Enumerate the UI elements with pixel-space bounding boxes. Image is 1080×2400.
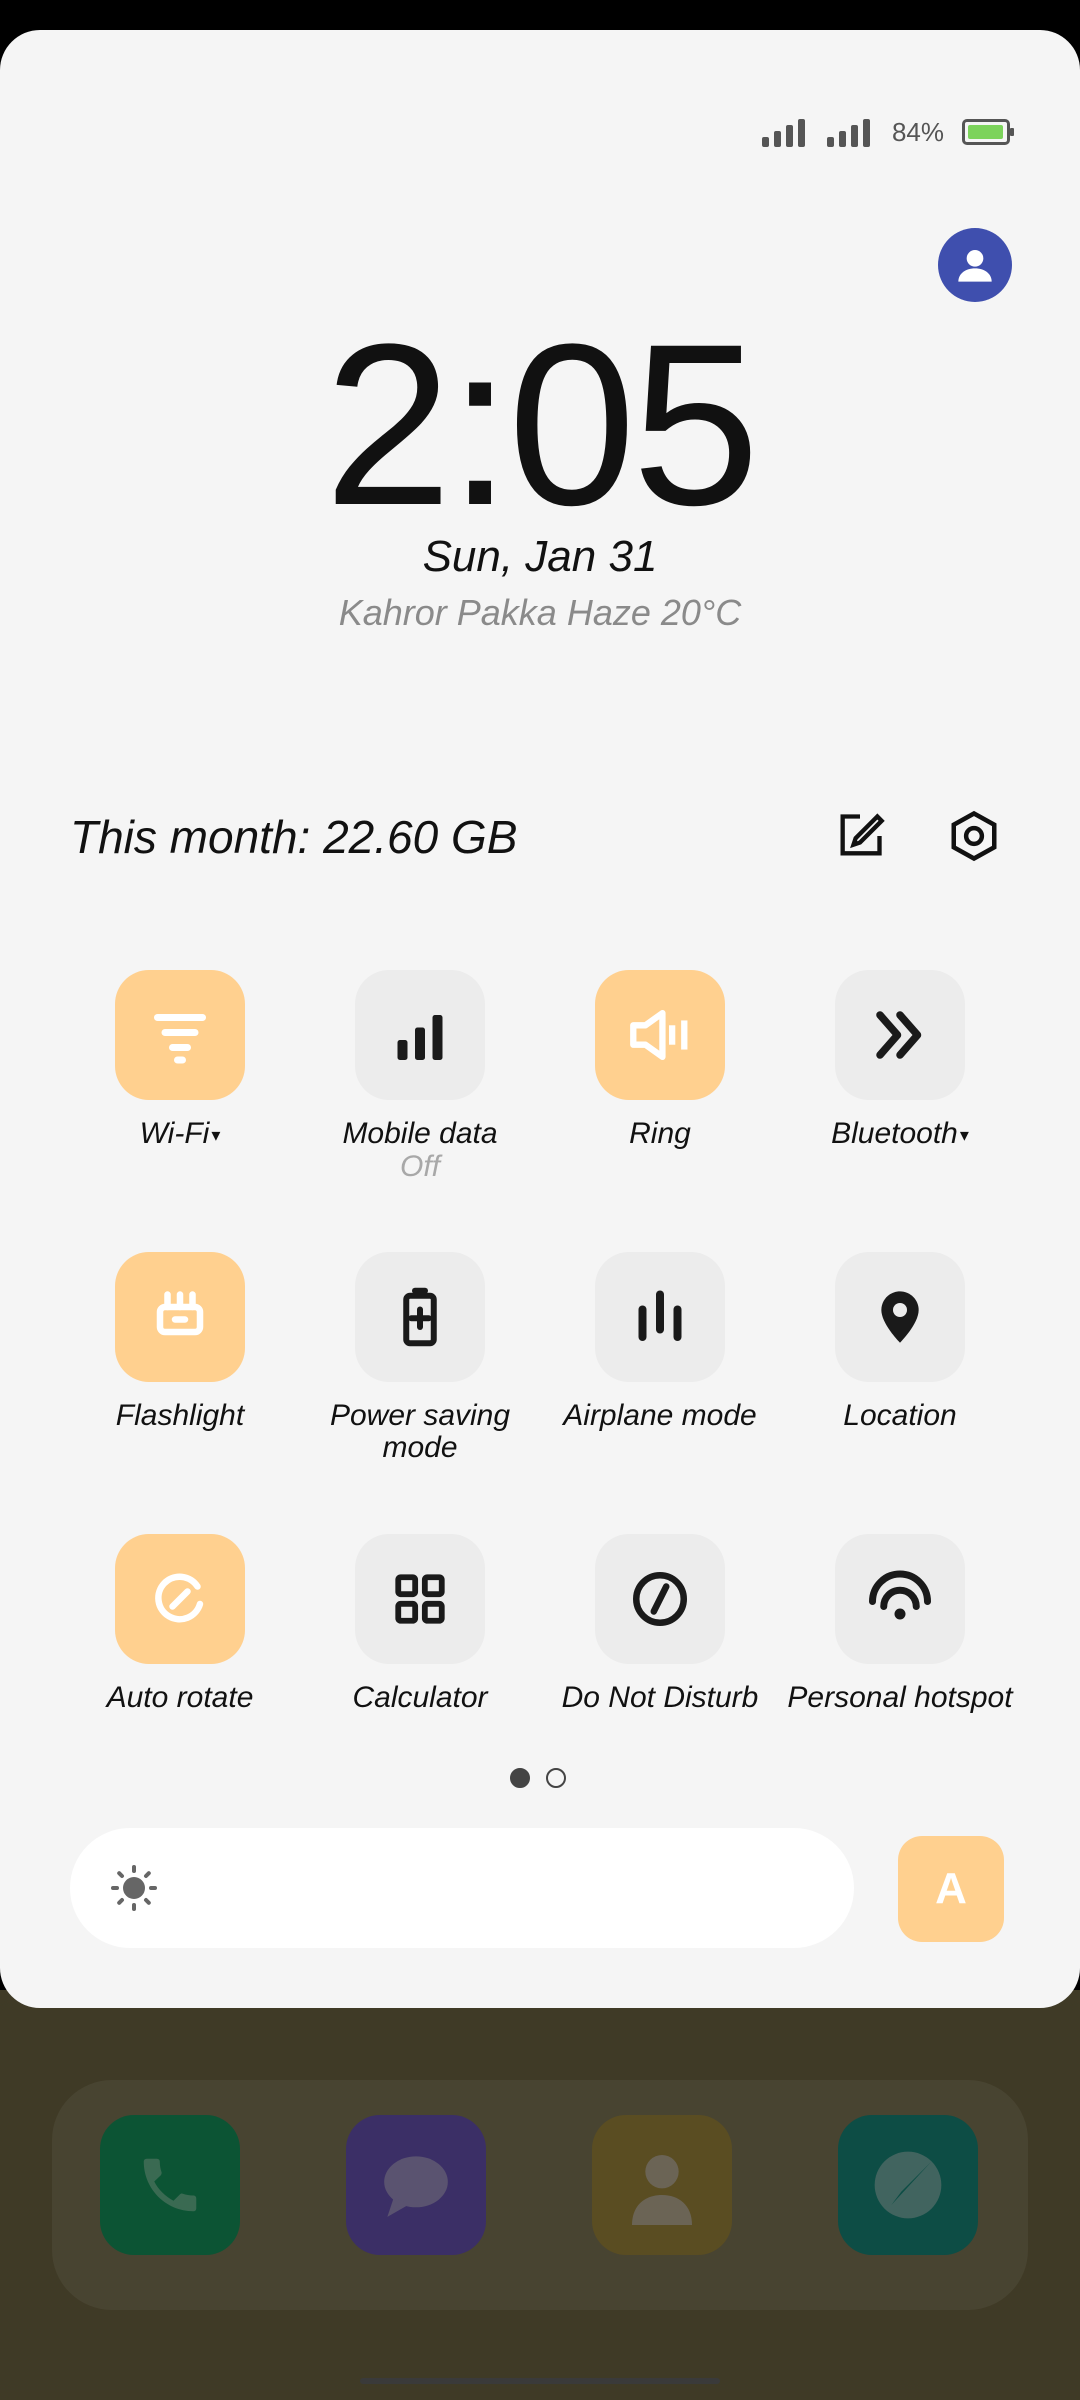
dnd-icon	[633, 1572, 687, 1626]
clock: 2:05	[324, 296, 760, 553]
tile-ring[interactable]: Ring	[540, 970, 780, 1150]
settings-icon	[951, 810, 997, 862]
do-not-disturb-toggle[interactable]	[595, 1534, 725, 1664]
tile-label: Calculator	[352, 1681, 488, 1714]
page-dot[interactable]	[510, 1768, 530, 1788]
personal-hotspot-toggle[interactable]	[835, 1534, 965, 1664]
tile-power-saving[interactable]: Power saving mode	[300, 1252, 540, 1464]
auto-brightness-button[interactable]: A	[898, 1836, 1004, 1942]
user-avatar[interactable]	[938, 228, 1012, 302]
battery-icon	[962, 119, 1014, 145]
mobile-data-toggle[interactable]	[355, 970, 485, 1100]
navigation-handle[interactable]	[360, 2378, 720, 2384]
hotspot-icon	[869, 1570, 931, 1620]
messages-icon	[384, 2156, 448, 2217]
tile-calculator[interactable]: Calculator	[300, 1534, 540, 1714]
contacts-icon	[632, 2155, 692, 2225]
dock-app-browser[interactable]	[838, 2115, 978, 2255]
edit-icon	[840, 813, 885, 856]
data-usage: This month: 22.60 GB	[70, 811, 518, 863]
battery-icon	[403, 1287, 437, 1347]
brightness-icon	[111, 1865, 157, 1911]
auto-rotate-icon	[155, 1573, 204, 1623]
calculator-toggle[interactable]	[355, 1534, 485, 1664]
dock-app-contacts[interactable]	[592, 2115, 732, 2255]
location-pin-icon	[881, 1291, 919, 1343]
home-screen-background	[0, 1990, 1080, 2400]
edit-button[interactable]	[830, 806, 890, 866]
dropdown-caret-icon[interactable]: ▾	[211, 1125, 220, 1145]
airplane-icon	[638, 1290, 682, 1341]
signal-icon	[826, 117, 870, 147]
battery-percent: 84%	[891, 116, 944, 147]
tile-label: Auto rotate	[106, 1681, 254, 1714]
settings-button[interactable]	[944, 806, 1004, 866]
flashlight-toggle[interactable]	[115, 1252, 245, 1382]
airplane-mode-toggle[interactable]	[595, 1252, 725, 1382]
tile-flashlight[interactable]: Flashlight	[60, 1252, 300, 1432]
page-dot[interactable]	[546, 1768, 566, 1788]
date: Sun, Jan 31	[422, 532, 658, 581]
browser-icon	[874, 2151, 942, 2219]
tile-label: Mobile data	[342, 1117, 498, 1150]
tile-mobile-data[interactable]: Mobile data Off	[300, 970, 540, 1184]
power-saving-toggle[interactable]	[355, 1252, 485, 1382]
bluetooth-toggle[interactable]	[835, 970, 965, 1100]
tile-label: Personal hotspot	[787, 1681, 1013, 1714]
status-bar: 84%	[761, 112, 1014, 152]
mobile-data-icon	[397, 1015, 443, 1060]
tile-personal-hotspot[interactable]: Personal hotspot	[780, 1534, 1020, 1714]
tile-airplane-mode[interactable]: Airplane mode	[540, 1252, 780, 1432]
ring-toggle[interactable]	[595, 970, 725, 1100]
tile-label: Power saving mode	[329, 1399, 511, 1464]
location-toggle[interactable]	[835, 1252, 965, 1382]
tile-label: Wi-Fi	[139, 1117, 210, 1150]
tile-do-not-disturb[interactable]: Do Not Disturb	[540, 1534, 780, 1714]
wifi-icon	[154, 1014, 206, 1064]
tile-status: Off	[399, 1150, 440, 1183]
tile-wifi[interactable]: Wi-Fi ▾	[60, 970, 300, 1151]
ring-icon	[630, 1009, 688, 1061]
tile-label: Do Not Disturb	[561, 1681, 759, 1714]
dock-app-messages[interactable]	[346, 2115, 486, 2255]
phone-icon	[143, 2158, 197, 2212]
tile-label: Bluetooth	[831, 1117, 958, 1150]
tile-label: Flashlight	[115, 1399, 245, 1432]
page-indicator	[510, 1768, 566, 1788]
weather: Kahror Pakka Haze 20°C	[338, 592, 742, 633]
dock-app-phone[interactable]	[100, 2115, 240, 2255]
auto-rotate-toggle[interactable]	[115, 1534, 245, 1664]
tile-location[interactable]: Location	[780, 1252, 1020, 1432]
tile-label: Location	[843, 1399, 957, 1432]
person-icon	[958, 250, 992, 282]
tile-label: Ring	[629, 1117, 691, 1150]
tile-auto-rotate[interactable]: Auto rotate	[60, 1534, 300, 1714]
dropdown-caret-icon[interactable]: ▾	[960, 1125, 969, 1145]
tile-bluetooth[interactable]: Bluetooth ▾	[780, 970, 1020, 1151]
calculator-icon	[395, 1574, 445, 1624]
flashlight-icon	[156, 1291, 204, 1336]
wifi-toggle[interactable]	[115, 970, 245, 1100]
bluetooth-icon	[876, 1011, 922, 1059]
signal-icon	[761, 117, 805, 147]
tile-label: Airplane mode	[563, 1399, 757, 1432]
brightness-slider[interactable]	[70, 1828, 854, 1948]
